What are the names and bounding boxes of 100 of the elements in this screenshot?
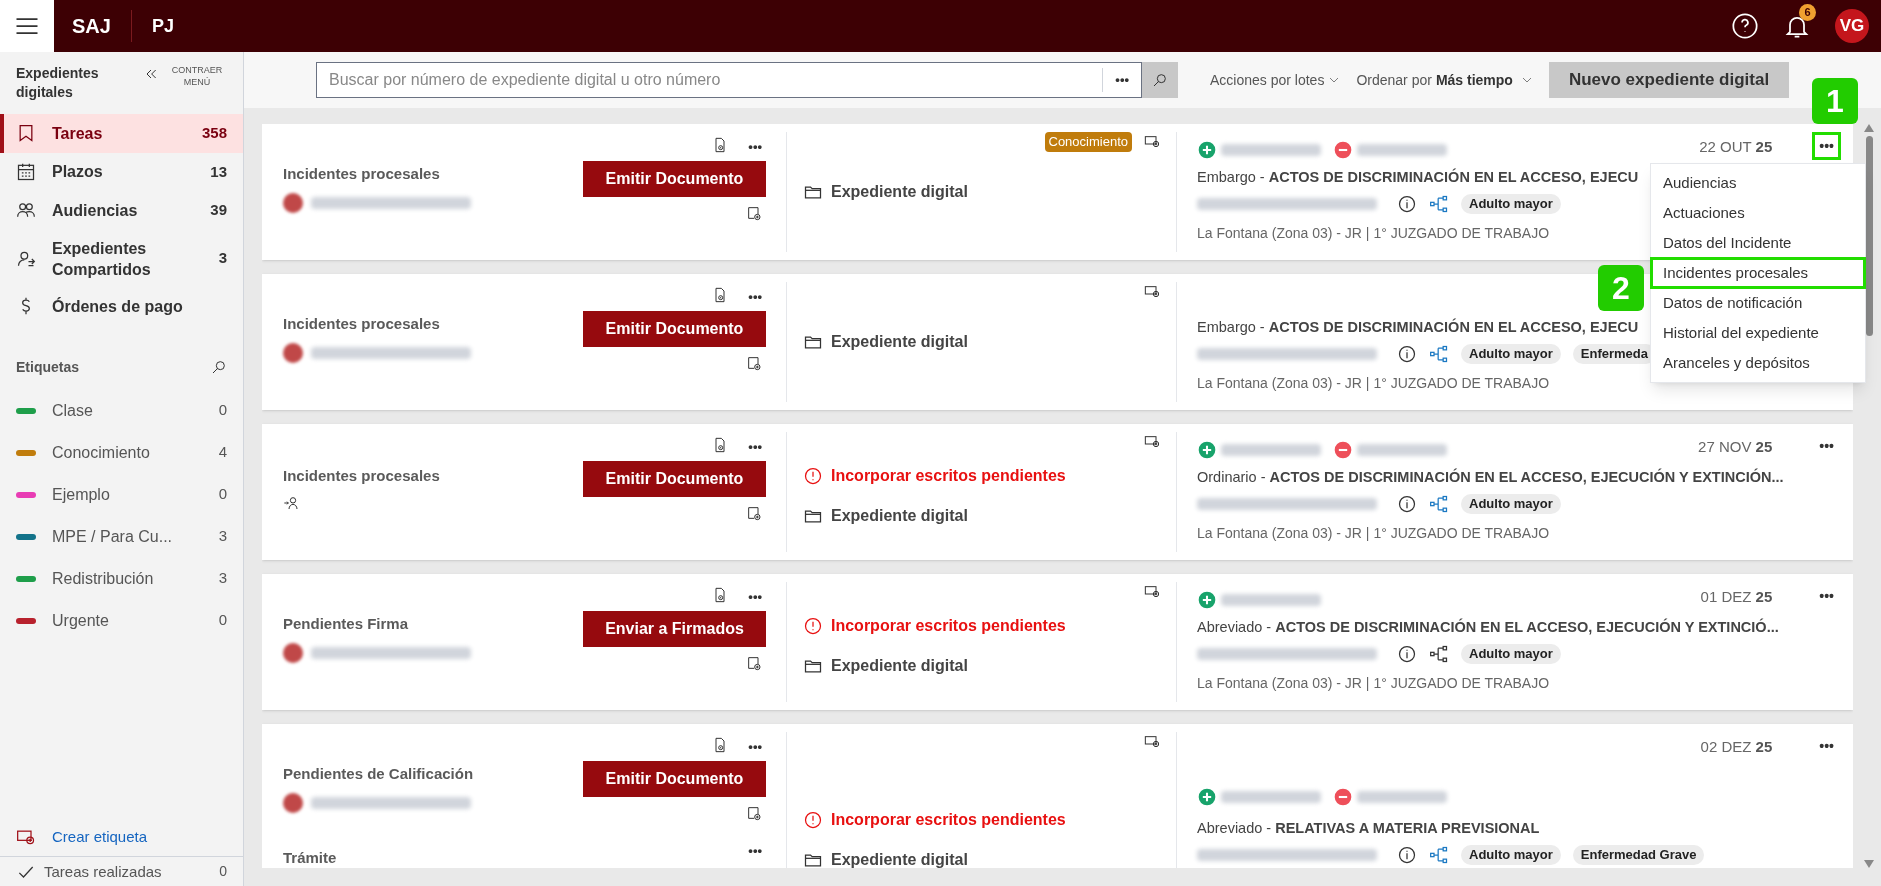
info-icon [1397, 845, 1417, 865]
case-title: Abreviado - ACTOS DE DISCRIMINACIÓN EN EL ACCESO, EJECUCIÓN Y EXTINCIÓ... [1197, 619, 1779, 635]
menu-item[interactable]: Audiencias [1651, 168, 1865, 198]
action-button[interactable]: Enviar a Firmados [583, 611, 766, 647]
date-text: 22 OUT 25 [1699, 137, 1773, 157]
search-icon [211, 359, 227, 375]
search-icon [1152, 72, 1168, 88]
sidebar-title: Expedientes digitales [16, 64, 100, 102]
menu-item[interactable]: Datos del Incidente [1651, 228, 1865, 258]
case-title: Embargo - ACTOS DE DISCRIMINACIÓN EN EL ACCESO, EJECU [1197, 169, 1639, 185]
tag: Adulto mayor [1461, 494, 1561, 514]
section-title: Etiquetas [16, 357, 79, 377]
tag: Adulto mayor [1461, 644, 1561, 664]
done-tasks-item[interactable]: Tareas realizadas [44, 861, 220, 882]
screen-add-icon [1144, 584, 1160, 600]
note-add-icon [746, 205, 762, 221]
more-button[interactable]: ••• [748, 290, 762, 303]
screen-add-icon [1144, 434, 1160, 450]
case-title: Ordinario - ACTOS DE DISCRIMINACIÓN EN EL ACCESO, EJECUCIÓN Y EXTINCIÓN... [1197, 469, 1784, 485]
more-button[interactable]: ••• [748, 440, 762, 453]
folder-link[interactable]: Expediente digital [831, 330, 968, 354]
menu-item[interactable]: Datos de notificación [1651, 288, 1865, 318]
notification-badge: 6 [1799, 4, 1816, 21]
collapse-button[interactable]: CONTRAER MENÚ [167, 64, 227, 88]
help-icon [1731, 12, 1759, 40]
label-item[interactable]: Urgente 0 [0, 599, 243, 642]
plus-icon [1197, 590, 1217, 610]
plus-icon [1197, 787, 1217, 807]
nav-item[interactable]: Audiencias 39 [0, 191, 243, 230]
more-button[interactable]: ••• [748, 140, 762, 153]
done-count: 0 [219, 862, 227, 881]
info-icon [1397, 344, 1417, 364]
calendar-icon [16, 161, 36, 182]
batch-dropdown[interactable]: Acciones por lotes [1210, 69, 1341, 91]
warning-text[interactable]: Incorporar escritos pendientes [831, 614, 1066, 638]
warning-icon [803, 616, 823, 636]
menu-button[interactable] [0, 0, 54, 52]
menu-item[interactable]: Incidentes procesales [1651, 258, 1865, 288]
nav-item[interactable]: Plazos 13 [0, 152, 243, 191]
warning-icon [803, 810, 823, 830]
label-item[interactable]: Ejemplo 0 [0, 473, 243, 516]
more-button[interactable]: ••• [1812, 732, 1841, 760]
warning-text[interactable]: Incorporar escritos pendientes [831, 464, 1066, 488]
scroll-down-icon[interactable] [1864, 860, 1874, 868]
action-button[interactable]: Emitir Documento [583, 161, 766, 197]
court-text: La Fontana (Zona 03) - JR | 1° JUZGADO DE TRABAJO [1197, 674, 1550, 693]
case-title: Embargo - ACTOS DE DISCRIMINACIÓN EN EL ACCESO, EJECU [1197, 319, 1639, 335]
step-callout: 2 [1598, 265, 1644, 311]
warning-text[interactable]: Incorporar escritos pendientes [831, 808, 1066, 832]
more-button[interactable]: ••• [1812, 432, 1841, 460]
action-button[interactable]: Emitir Documento [583, 461, 766, 497]
user-avatar[interactable]: VG [1835, 9, 1869, 43]
label-item[interactable]: Conocimiento 4 [0, 431, 243, 474]
warning-icon [803, 466, 823, 486]
task-label: Trámite [283, 848, 338, 868]
nav-item[interactable]: Órdenes de pago [0, 287, 243, 325]
sort-dropdown[interactable]: Ordenar por Más tiempo [1356, 69, 1533, 91]
task-label: Incidentes procesales [283, 465, 441, 486]
info-icon [1397, 494, 1417, 514]
search-field[interactable]: Buscar por número de expediente digital u otro número ••• [316, 62, 1142, 98]
screen-add-icon [1144, 734, 1160, 750]
step-callout: 1 [1812, 78, 1858, 124]
create-label-link[interactable]: Crear etiqueta [52, 825, 148, 848]
more-options-button[interactable]: ••• [1103, 70, 1141, 90]
more-button[interactable]: ••• [1812, 132, 1841, 160]
new-file-button[interactable]: Nuevo expediente digital [1548, 62, 1790, 98]
nav-item[interactable]: Tareas 358 [0, 114, 243, 153]
more-button[interactable]: ••• [748, 590, 762, 603]
court-text: La Fontana (Zona 03) - JR | 1° JUZGADO DE TRABAJO [1197, 224, 1550, 243]
action-button[interactable]: Emitir Documento [583, 311, 766, 347]
brand-text: SAJ [72, 14, 111, 39]
tag: Adulto mayor [1461, 344, 1561, 364]
more-button[interactable]: ••• [1812, 582, 1841, 610]
task-label: Pendientes de Calificación [283, 763, 475, 784]
court-text: La Fontana (Zona 03) - JR | 1° JUZGADO DE TRABAJO [1197, 524, 1550, 543]
tag: Adulto mayor [1461, 194, 1561, 214]
label-item[interactable]: Redistribución 3 [0, 557, 243, 600]
note-add-icon [746, 355, 762, 371]
more-button[interactable]: ••• [748, 844, 762, 857]
org-text: PJ [151, 14, 174, 38]
folder-link[interactable]: Expediente digital [831, 180, 968, 204]
search-button[interactable] [1142, 62, 1178, 98]
menu-item[interactable]: Actuaciones [1651, 198, 1865, 228]
nav-item[interactable]: Expedientes Compartidos 3 [0, 229, 243, 288]
minus-icon [1333, 440, 1353, 460]
task-label: Pendientes Firma [283, 613, 410, 634]
date-text: 02 DEZ 25 [1700, 737, 1773, 757]
label-item[interactable]: MPE / Para Cu... 3 [0, 515, 243, 558]
more-button[interactable]: ••• [748, 740, 762, 753]
label-item[interactable]: Clase 0 [0, 389, 243, 432]
folder-link[interactable]: Expediente digital [831, 848, 968, 868]
info-icon [1397, 194, 1417, 214]
action-button[interactable]: Emitir Documento [583, 761, 766, 797]
label-tag: Conocimiento [1044, 132, 1132, 152]
folder-link[interactable]: Expediente digital [831, 654, 968, 678]
scroll-thumb[interactable] [1865, 136, 1873, 336]
plus-icon [1197, 440, 1217, 460]
folder-link[interactable]: Expediente digital [831, 504, 968, 528]
screen-add-icon [1144, 134, 1160, 150]
scroll-up-icon[interactable] [1864, 124, 1874, 132]
